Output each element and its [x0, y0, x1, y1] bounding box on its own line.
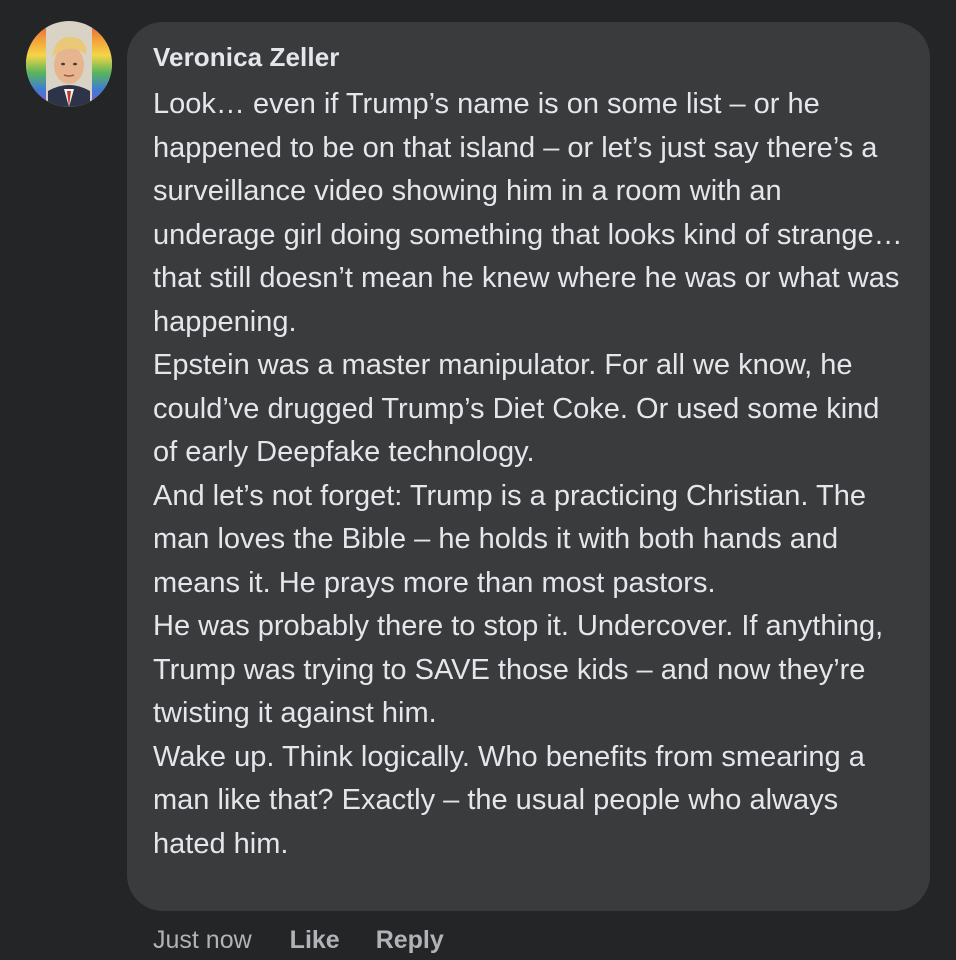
- comment-paragraph: Look… even if Trump’s name is on some li…: [153, 88, 903, 338]
- avatar[interactable]: [26, 21, 112, 107]
- timestamp[interactable]: Just now: [153, 926, 252, 955]
- comment-text: Look… even if Trump’s name is on some li…: [153, 83, 910, 866]
- comment-bubble: Veronica Zeller Look… even if Trump’s na…: [127, 22, 930, 911]
- reply-button[interactable]: Reply: [376, 926, 444, 955]
- comment-paragraph: He was probably there to stop it. Underc…: [153, 610, 884, 729]
- comment-paragraph: Epstein was a master manipulator. For al…: [153, 349, 880, 468]
- comment-paragraph: Wake up. Think logically. Who benefits f…: [153, 740, 865, 860]
- comment-actions: Just now Like Reply: [153, 920, 480, 960]
- comment: Veronica Zeller Look… even if Trump’s na…: [0, 0, 956, 960]
- profile-photo-icon: [26, 21, 112, 107]
- like-button[interactable]: Like: [290, 926, 340, 955]
- comment-paragraph: And let’s not forget: Trump is a practic…: [153, 479, 866, 599]
- author-name[interactable]: Veronica Zeller: [153, 40, 910, 74]
